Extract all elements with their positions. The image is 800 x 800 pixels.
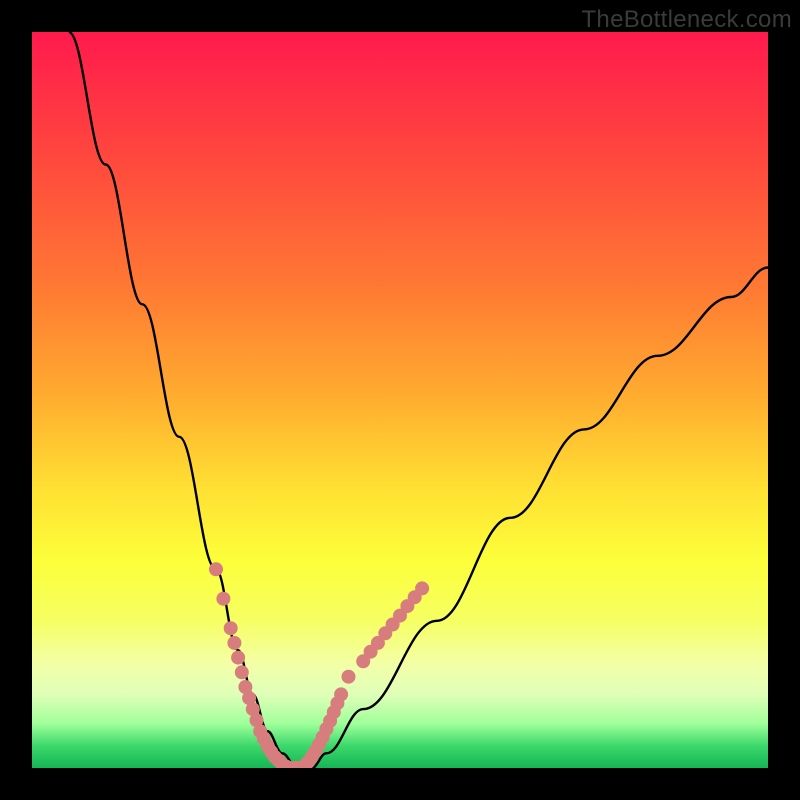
highlight-dot <box>415 581 429 595</box>
highlight-dot <box>235 665 249 679</box>
chart-frame: TheBottleneck.com <box>0 0 800 800</box>
highlight-dot <box>342 670 356 684</box>
highlight-dot <box>209 562 223 576</box>
bottleneck-curve <box>69 32 768 768</box>
chart-svg <box>32 32 768 768</box>
highlight-dot <box>231 651 245 665</box>
highlight-dot <box>227 636 241 650</box>
highlight-dot <box>334 687 348 701</box>
plot-area <box>32 32 768 768</box>
highlight-dot <box>224 621 238 635</box>
highlight-dots <box>209 562 429 768</box>
watermark-text: TheBottleneck.com <box>581 6 792 34</box>
highlight-dot <box>216 592 230 606</box>
